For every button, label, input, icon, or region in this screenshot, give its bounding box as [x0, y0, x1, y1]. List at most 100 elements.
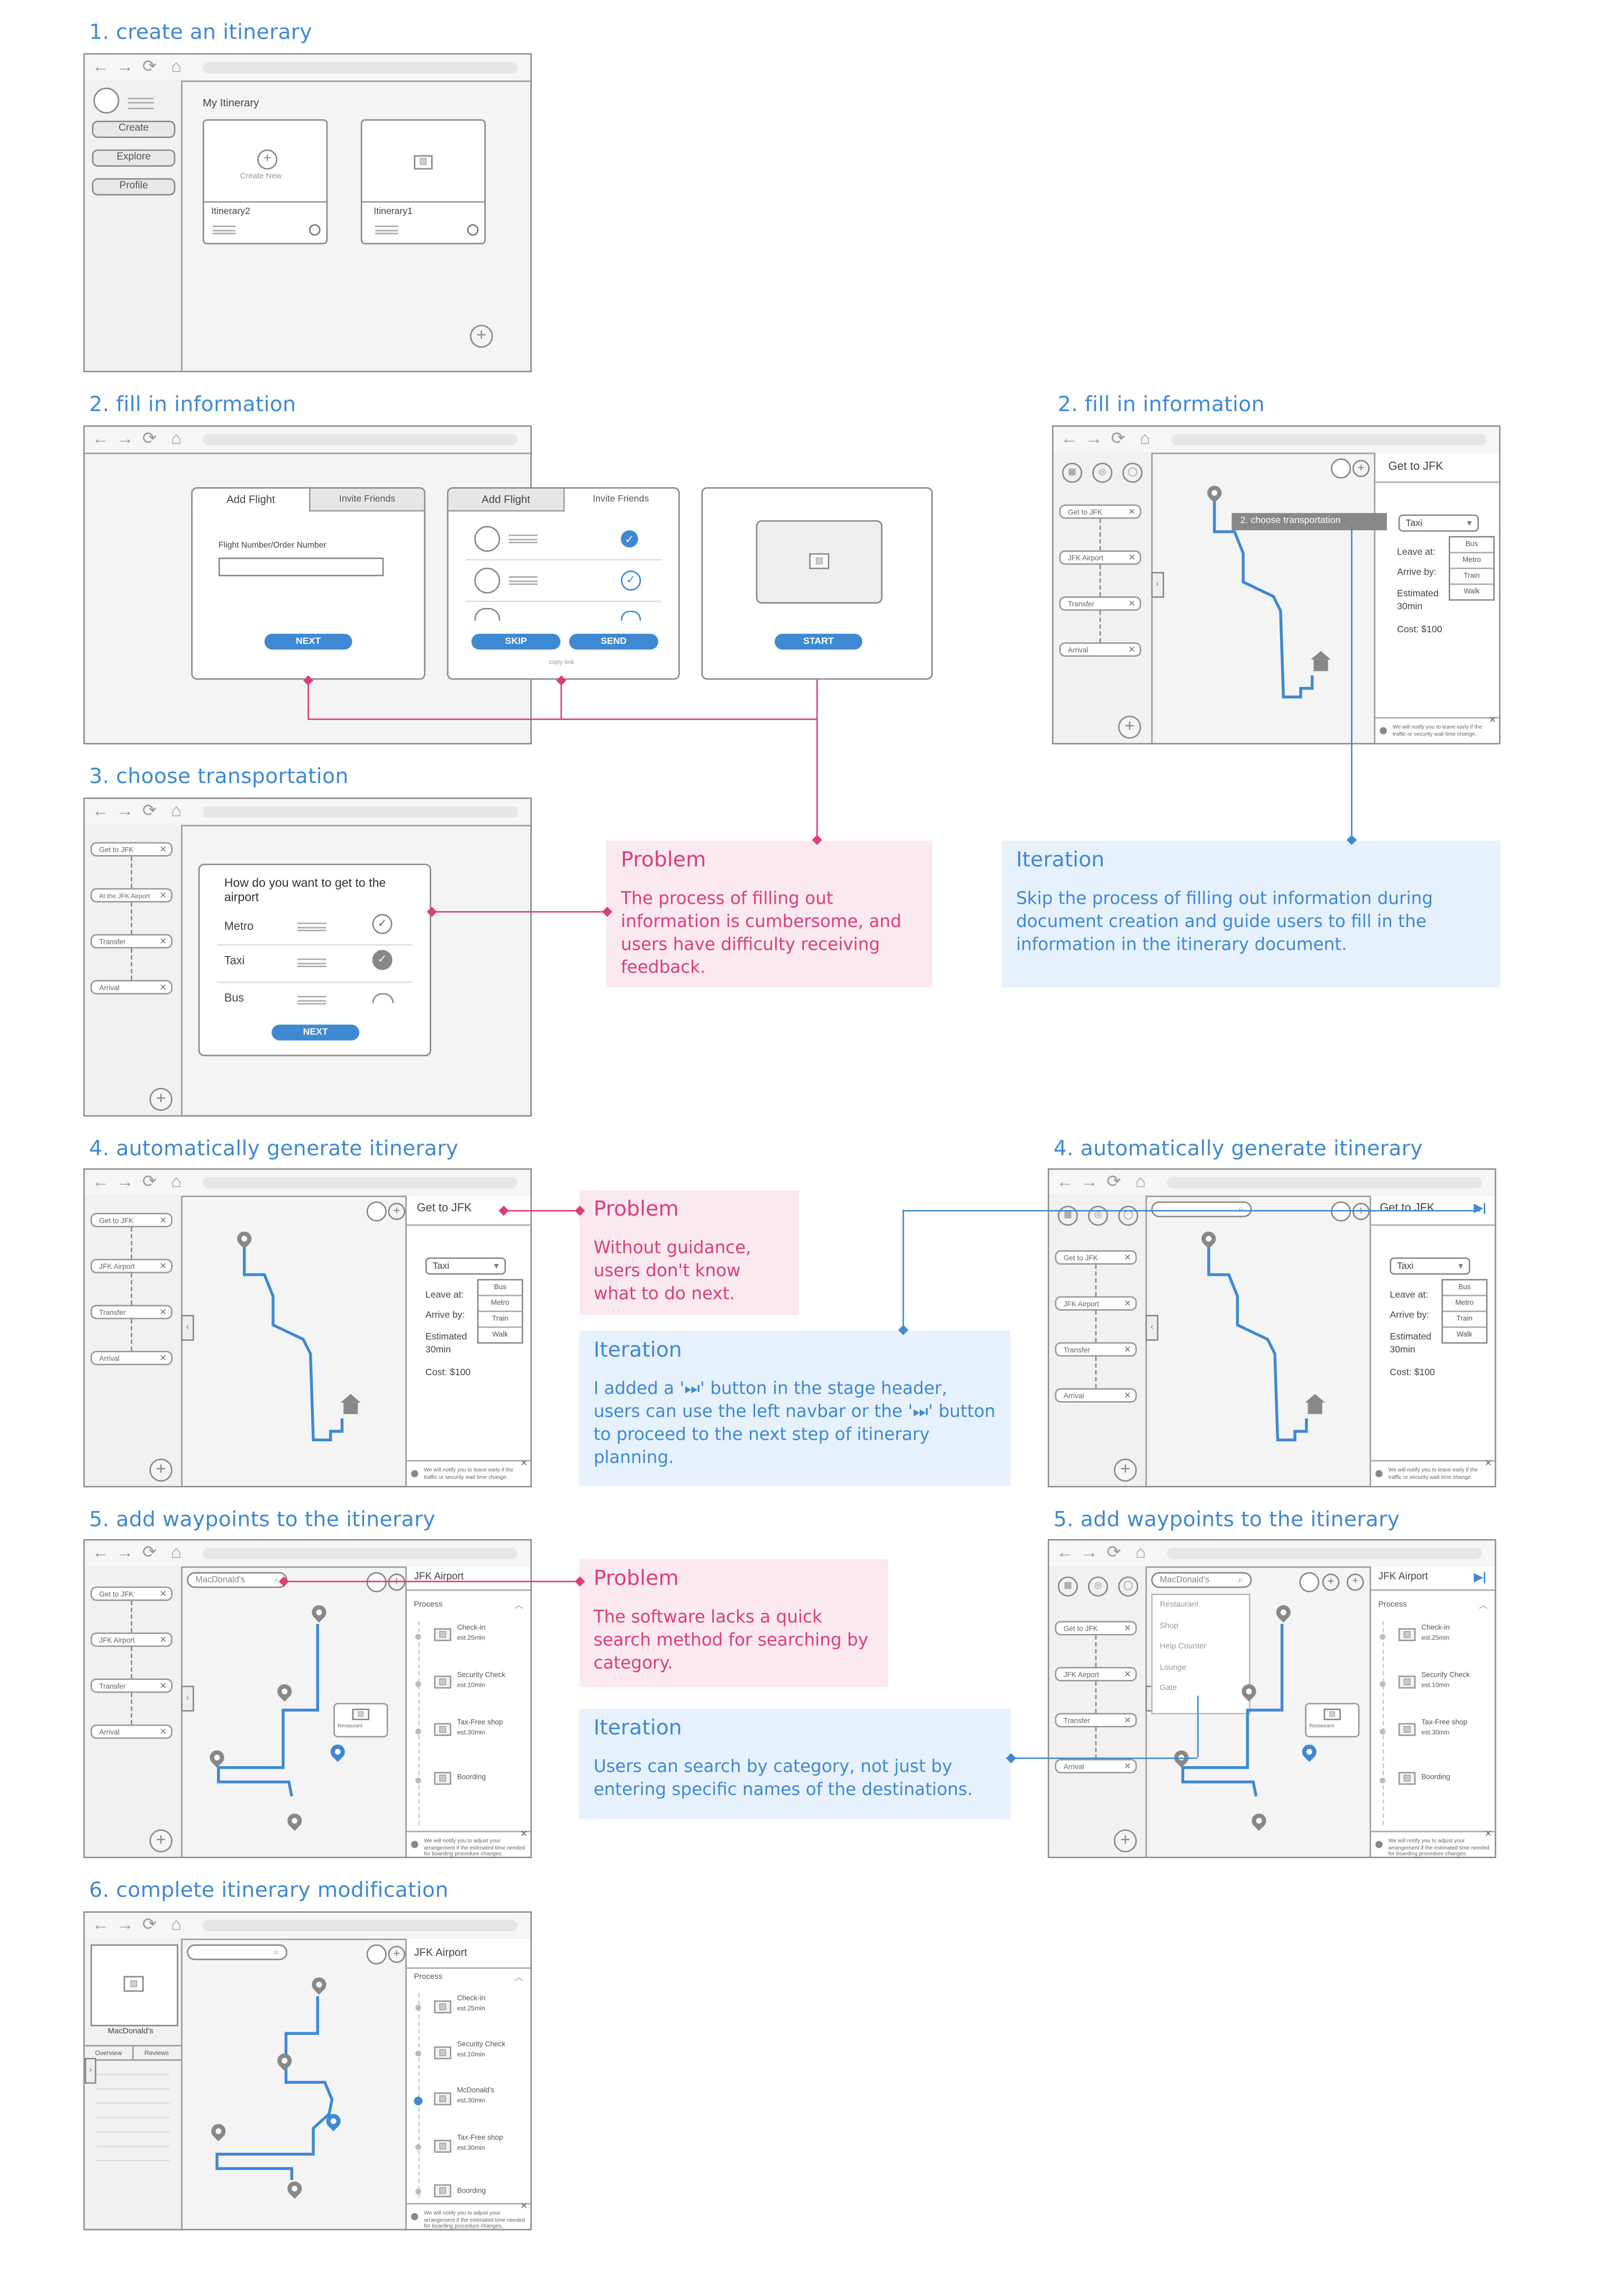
send-button[interactable]: SEND — [569, 633, 658, 650]
refresh-icon[interactable]: ⟳ — [142, 1542, 157, 1562]
close-icon[interactable]: ✕ — [520, 1460, 528, 1468]
close-icon[interactable]: ✕ — [1124, 1389, 1131, 1404]
forward-arrow-icon[interactable]: → — [116, 1542, 134, 1562]
transport-options[interactable]: Bus Metro Train Walk — [1441, 1279, 1488, 1344]
close-icon[interactable]: ✕ — [159, 1680, 167, 1694]
forward-arrow-icon[interactable]: → — [116, 1171, 134, 1192]
next-stage-icon[interactable]: ▶| — [1474, 1571, 1486, 1584]
stage-get-to-jfk[interactable]: Get to JFK ✕ — [90, 1213, 173, 1228]
option-train[interactable]: Train — [1450, 569, 1493, 585]
close-icon[interactable]: ✕ — [1128, 644, 1136, 658]
map-icon[interactable]: ▦ — [1057, 1576, 1078, 1597]
add-stage-button[interactable]: + — [149, 1458, 173, 1482]
create-button[interactable]: Create — [92, 121, 176, 138]
forward-arrow-icon[interactable]: → — [116, 56, 134, 76]
refresh-icon[interactable]: ⟳ — [142, 801, 157, 821]
tab-invite-friends[interactable]: Invite Friends — [564, 488, 678, 510]
start-button[interactable]: START — [774, 633, 863, 650]
back-arrow-icon[interactable]: ← — [1060, 428, 1078, 448]
next-button[interactable]: NEXT — [271, 1024, 359, 1041]
check-icon[interactable]: ✓ — [621, 530, 638, 548]
transport-dropdown[interactable]: Taxi ▾ — [1398, 514, 1479, 532]
stage-get-to-jfk[interactable]: Get to JFK ✕ — [1055, 1621, 1137, 1635]
collapse-handle[interactable]: › — [85, 2058, 96, 2084]
explore-icon[interactable]: ◎ — [1088, 1205, 1109, 1226]
close-icon[interactable]: ✕ — [1128, 506, 1136, 520]
address-bar[interactable] — [202, 61, 518, 74]
close-icon[interactable]: ✕ — [159, 1588, 167, 1602]
profile-icon[interactable]: ◯ — [1122, 462, 1143, 483]
explore-icon[interactable]: ◎ — [1092, 462, 1113, 483]
close-icon[interactable]: ✕ — [1124, 1760, 1131, 1775]
home-icon[interactable]: ⌂ — [171, 56, 182, 76]
close-icon[interactable]: ✕ — [159, 1260, 167, 1275]
add-button[interactable]: + — [470, 324, 493, 348]
map-place-card[interactable]: ▨ Restaurant — [333, 1703, 388, 1738]
forward-arrow-icon[interactable]: → — [1081, 1542, 1098, 1562]
collapse-icon[interactable]: ︿ — [514, 1598, 523, 1611]
transport-options[interactable]: Bus Metro Train Walk — [477, 1279, 523, 1344]
add-stage-button[interactable]: + — [149, 1088, 173, 1111]
option-train[interactable]: Train — [1442, 1312, 1486, 1328]
stage-arrival[interactable]: Arrival ✕ — [90, 1351, 173, 1367]
stage-transfer[interactable]: Transfer ✕ — [90, 1305, 173, 1320]
map-icon[interactable]: ▦ — [1057, 1205, 1078, 1226]
close-icon[interactable]: ✕ — [1124, 1252, 1131, 1266]
check-selected-icon[interactable]: ✓ — [372, 950, 393, 970]
stage-jfk-airport[interactable]: JFK Airport ✕ — [1055, 1296, 1137, 1311]
profile-icon[interactable]: ◯ — [1118, 1576, 1139, 1597]
refresh-icon[interactable]: ⟳ — [142, 56, 157, 76]
close-icon[interactable]: ✕ — [159, 1352, 167, 1367]
home-icon[interactable]: ⌂ — [171, 801, 182, 821]
tab-add-flight[interactable]: Add Flight — [448, 488, 565, 512]
add-stage-button[interactable]: + — [1118, 715, 1141, 739]
next-stage-icon[interactable]: ▶| — [1474, 1202, 1486, 1214]
stage-transfer[interactable]: Transfer ✕ — [1059, 596, 1141, 611]
option-train[interactable]: Train — [478, 1312, 522, 1328]
map-place-card[interactable]: ▨ Restaurant — [1305, 1703, 1360, 1738]
option-bus[interactable]: Bus — [1442, 1280, 1486, 1296]
tab-invite-friends[interactable]: Invite Friends — [309, 488, 424, 512]
tab-reviews[interactable]: Reviews — [132, 2047, 182, 2061]
close-icon[interactable]: ✕ — [1128, 552, 1136, 566]
home-icon[interactable]: ⌂ — [1140, 428, 1150, 448]
close-icon[interactable]: ✕ — [1124, 1668, 1131, 1683]
stage-get-to-jfk[interactable]: Get to JFK ✕ — [90, 842, 173, 857]
back-arrow-icon[interactable]: ← — [92, 428, 110, 448]
transport-dropdown[interactable]: Taxi ▾ — [1390, 1257, 1471, 1275]
forward-arrow-icon[interactable]: → — [116, 1914, 134, 1934]
close-icon[interactable]: ✕ — [159, 1726, 167, 1740]
stage-arrival[interactable]: Arrival ✕ — [1055, 1759, 1137, 1775]
refresh-icon[interactable]: ⟳ — [142, 428, 157, 448]
stage-transfer[interactable]: Transfer ✕ — [1055, 1713, 1137, 1728]
forward-arrow-icon[interactable]: → — [116, 428, 134, 448]
back-arrow-icon[interactable]: ← — [92, 56, 110, 76]
close-icon[interactable]: ✕ — [1124, 1343, 1131, 1358]
forward-arrow-icon[interactable]: → — [116, 801, 134, 821]
add-stage-button[interactable]: + — [1113, 1829, 1137, 1852]
skip-button[interactable]: SKIP — [471, 633, 561, 650]
address-bar[interactable] — [202, 1548, 518, 1559]
close-icon[interactable]: ✕ — [1489, 717, 1496, 725]
back-arrow-icon[interactable]: ← — [92, 801, 110, 821]
stage-get-to-jfk[interactable]: Get to JFK ✕ — [1055, 1250, 1137, 1265]
refresh-icon[interactable]: ⟳ — [142, 1914, 157, 1934]
stage-get-to-jfk[interactable]: Get to JFK ✕ — [1059, 504, 1141, 519]
explore-button[interactable]: Explore — [92, 149, 176, 167]
stage-jfk-airport[interactable]: JFK Airport ✕ — [90, 1632, 173, 1647]
back-arrow-icon[interactable]: ← — [92, 1542, 110, 1562]
address-bar[interactable] — [202, 434, 518, 446]
stage-arrival[interactable]: Arrival ✕ — [90, 1724, 173, 1739]
itinerary-card[interactable]: ▨ Itinerary1 — [360, 119, 486, 244]
address-bar[interactable] — [1167, 1548, 1482, 1559]
address-bar[interactable] — [202, 1920, 518, 1932]
close-icon[interactable]: ✕ — [159, 935, 167, 950]
close-icon[interactable]: ✕ — [1124, 1298, 1131, 1312]
map-icon[interactable]: ▦ — [1062, 462, 1083, 483]
address-bar[interactable] — [202, 1177, 518, 1189]
back-arrow-icon[interactable]: ← — [1056, 1171, 1074, 1192]
transport-dropdown[interactable]: Taxi ▾ — [425, 1257, 506, 1275]
address-bar[interactable] — [202, 806, 518, 818]
home-icon[interactable]: ⌂ — [171, 428, 182, 448]
stage-transfer[interactable]: Transfer ✕ — [1055, 1342, 1137, 1357]
